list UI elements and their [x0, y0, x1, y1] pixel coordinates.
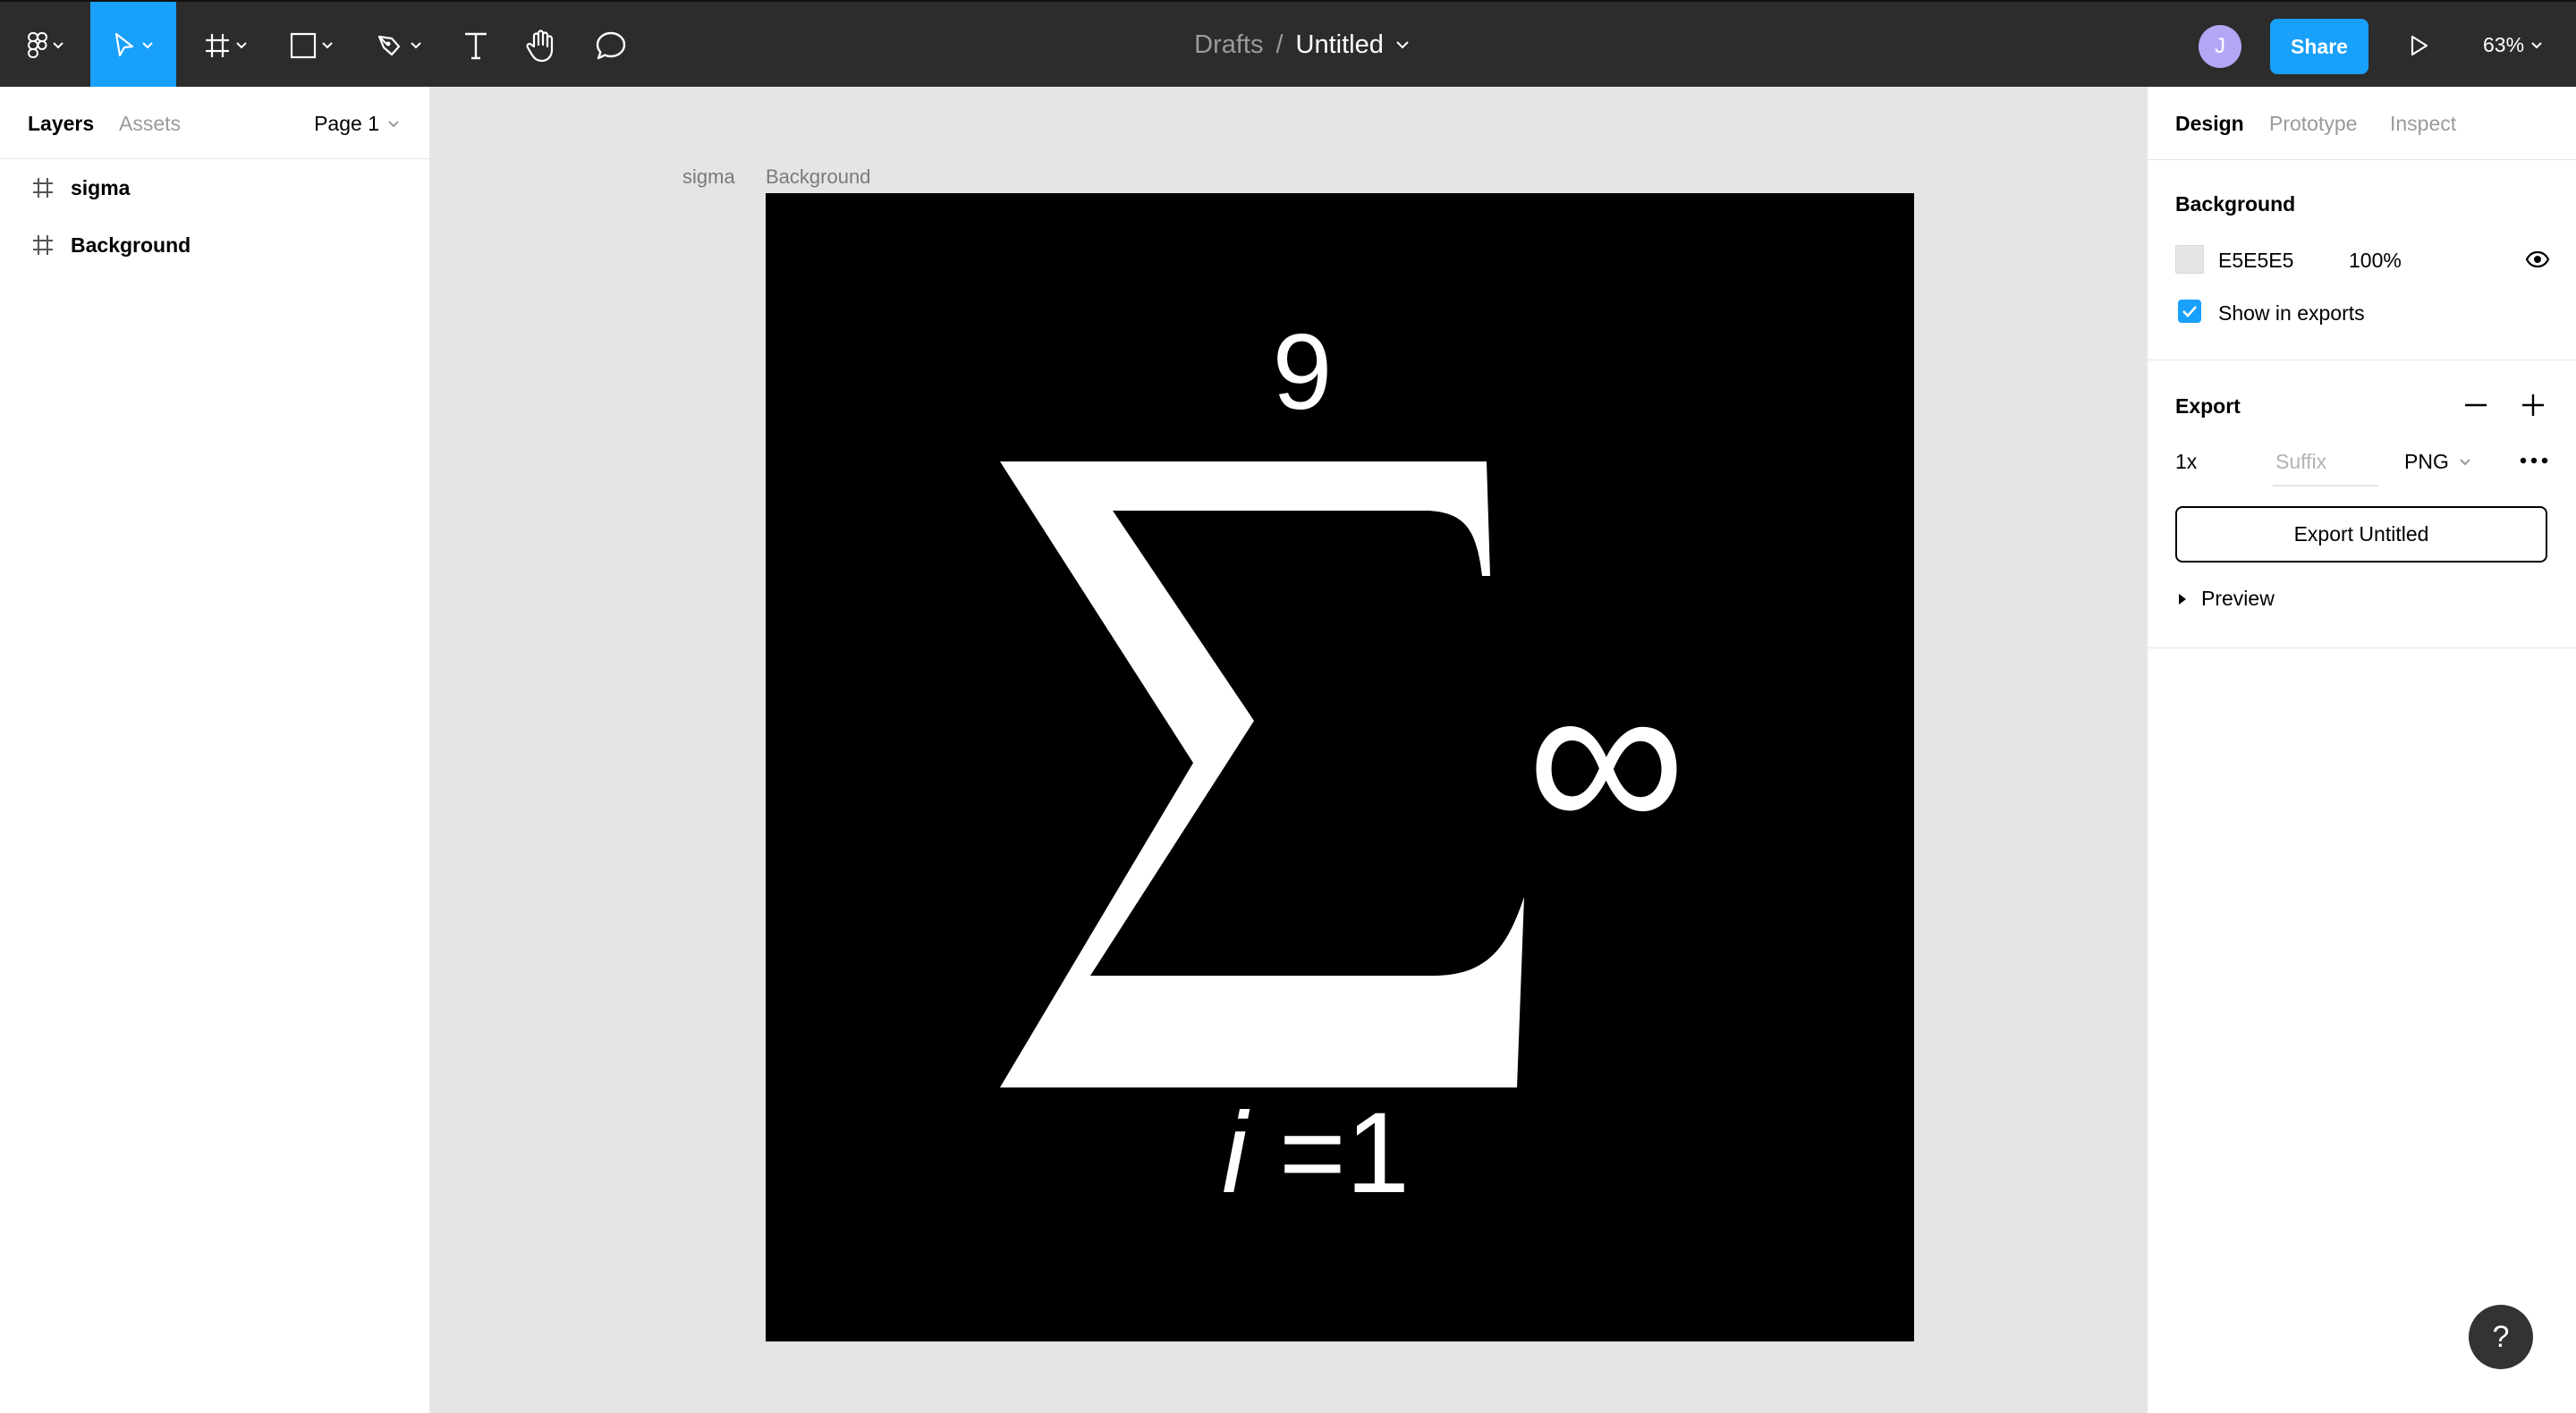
chevron-down-icon	[53, 41, 64, 48]
page-label: Page 1	[314, 112, 379, 135]
export-scale-value[interactable]: 1x	[2175, 450, 2197, 474]
layers-panel-header: Layers Assets Page 1	[0, 87, 429, 159]
tab-layers[interactable]: Layers	[28, 112, 94, 136]
frame-label-sigma[interactable]: sigma	[682, 165, 735, 189]
export-format-select[interactable]: PNG	[2404, 450, 2470, 474]
text-tool-button[interactable]	[449, 2, 503, 89]
shape-tool-button[interactable]	[281, 2, 342, 89]
chevron-down-icon	[322, 41, 333, 48]
text-icon	[465, 32, 487, 59]
show-in-exports-label: Show in exports	[2218, 301, 2365, 325]
lower-limit-value: =1	[1247, 1089, 1410, 1217]
eye-icon[interactable]	[2525, 250, 2550, 268]
background-section: Background E5E5E5 100% Show in exports	[2148, 160, 2576, 360]
frame-icon	[33, 178, 53, 198]
present-button[interactable]	[2397, 2, 2442, 89]
tab-assets[interactable]: Assets	[119, 112, 181, 136]
show-in-exports-checkbox[interactable]	[2178, 300, 2201, 323]
checkmark-icon	[2182, 306, 2197, 317]
frame-icon	[206, 33, 229, 57]
layer-row[interactable]: Background	[0, 216, 429, 274]
breadcrumb-folder[interactable]: Drafts	[1194, 30, 1263, 60]
suffix-underline	[2273, 485, 2378, 487]
rectangle-icon	[290, 32, 317, 58]
chevron-down-icon	[388, 120, 399, 127]
frame-tool-button[interactable]	[195, 2, 256, 89]
chevron-down-icon	[142, 41, 153, 48]
chevron-down-icon	[1396, 41, 1409, 49]
layers-panel: Layers Assets Page 1 sigma Background	[0, 87, 430, 1413]
hand-icon	[526, 29, 554, 62]
export-format-label: PNG	[2404, 450, 2449, 473]
page-selector[interactable]: Page 1	[314, 112, 399, 136]
main-menu-button[interactable]	[16, 2, 75, 89]
export-suffix-input[interactable]: Suffix	[2275, 450, 2326, 474]
zoom-menu[interactable]: 63%	[2483, 2, 2542, 89]
export-section-title: Export	[2175, 394, 2241, 418]
play-icon	[2411, 35, 2428, 55]
properties-panel: Design Prototype Inspect Background E5E5…	[2147, 87, 2576, 1413]
export-button[interactable]: Export Untitled	[2175, 506, 2547, 563]
pen-icon	[377, 35, 401, 55]
hand-tool-button[interactable]	[517, 2, 565, 89]
cursor-icon	[114, 32, 134, 56]
background-hex-value[interactable]: E5E5E5	[2218, 249, 2293, 273]
caret-right-icon	[2179, 593, 2186, 605]
layer-name: Background	[71, 233, 191, 257]
background-frame[interactable]: 9 ∞ i =1	[766, 193, 1914, 1341]
layer-name: sigma	[71, 175, 131, 199]
background-color-swatch[interactable]	[2175, 245, 2204, 274]
tab-prototype[interactable]: Prototype	[2269, 112, 2357, 136]
layer-row[interactable]: sigma	[0, 159, 429, 216]
chevron-down-icon	[236, 41, 247, 48]
user-avatar[interactable]: J	[2199, 25, 2241, 68]
tab-design[interactable]: Design	[2175, 112, 2244, 136]
frame-icon	[33, 235, 53, 255]
preview-label: Preview	[2201, 587, 2275, 610]
comment-tool-button[interactable]	[587, 2, 635, 89]
tab-inspect[interactable]: Inspect	[2390, 112, 2456, 136]
minus-icon[interactable]	[2464, 403, 2487, 407]
lower-limit-text: i =1	[1168, 1096, 1463, 1211]
design-canvas[interactable]: sigma Background 9 ∞ i =1	[430, 87, 2147, 1413]
pen-tool-button[interactable]	[367, 2, 431, 89]
file-name[interactable]: Untitled	[1296, 30, 1384, 60]
frame-label-background[interactable]: Background	[766, 165, 870, 189]
figma-logo-icon	[28, 31, 47, 58]
background-section-title: Background	[2175, 192, 2296, 216]
index-variable: i	[1222, 1089, 1248, 1217]
help-button[interactable]: ?	[2469, 1305, 2533, 1369]
background-opacity-value[interactable]: 100%	[2349, 249, 2402, 273]
share-button[interactable]: Share	[2270, 19, 2368, 74]
plus-icon[interactable]	[2521, 393, 2545, 417]
upper-limit-text: 9	[1272, 312, 1333, 432]
zoom-label: 63%	[2483, 33, 2525, 56]
top-toolbar: Drafts / Untitled J Share 63%	[0, 0, 2576, 89]
chevron-down-icon	[2531, 41, 2542, 48]
comment-icon	[596, 31, 626, 59]
chevron-down-icon	[2460, 458, 2470, 465]
chevron-down-icon	[411, 41, 421, 48]
export-section: Export 1x Suffix PNG Export Untitled Pre…	[2148, 360, 2576, 648]
infinity-text: ∞	[1526, 631, 1687, 881]
preview-toggle[interactable]: Preview	[2178, 587, 2275, 611]
breadcrumb-separator: /	[1275, 30, 1284, 59]
file-title-breadcrumb[interactable]: Drafts / Untitled	[1154, 2, 1449, 89]
properties-tabs: Design Prototype Inspect	[2148, 87, 2576, 160]
more-options-icon[interactable]	[2520, 457, 2548, 464]
move-tool-button[interactable]	[90, 2, 176, 89]
